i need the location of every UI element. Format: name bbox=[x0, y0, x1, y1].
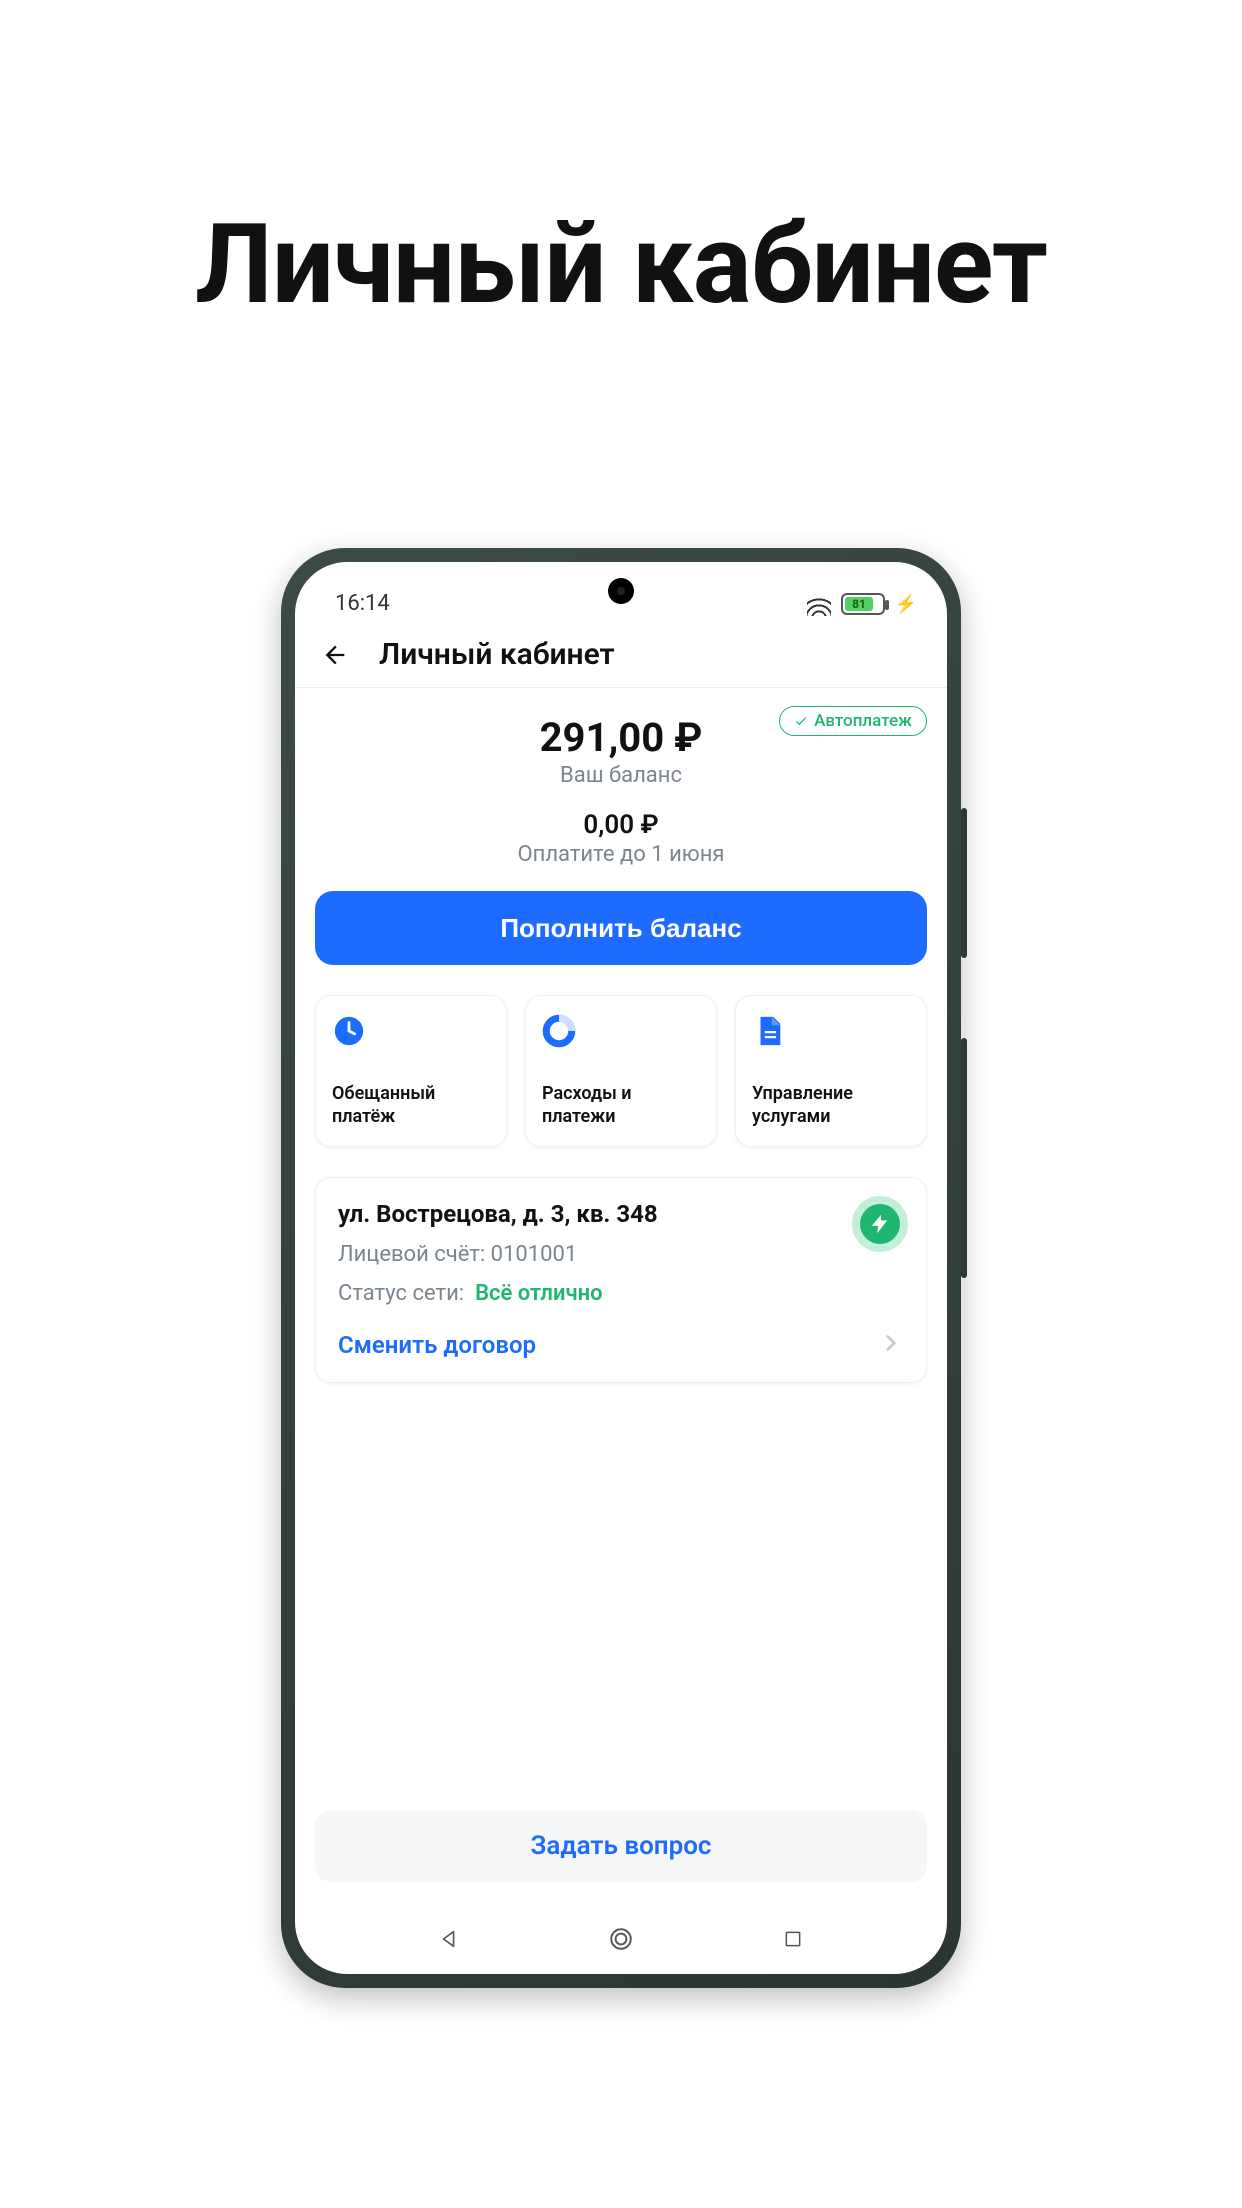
back-button[interactable] bbox=[315, 635, 355, 675]
account-number-value: 0101001 bbox=[491, 1242, 578, 1267]
document-icon bbox=[752, 1014, 788, 1050]
nav-home-button[interactable] bbox=[603, 1921, 639, 1957]
triangle-left-icon bbox=[438, 1928, 460, 1950]
battery-icon: 81 bbox=[841, 593, 885, 615]
network-status-icon bbox=[852, 1196, 908, 1252]
change-contract-link: Сменить договор bbox=[338, 1331, 536, 1359]
phone-screen: 16:14 81 ⚡ Личный кабинет bbox=[295, 562, 947, 1974]
tile-label: Обещанный платёж bbox=[332, 1083, 490, 1128]
page-title: Личный кабинет bbox=[379, 637, 615, 672]
nav-back-button[interactable] bbox=[431, 1921, 467, 1957]
account-card: ул. Вострецова, д. 3, кв. 348 Лицевой сч… bbox=[315, 1177, 927, 1383]
account-number-label: Лицевой счёт: bbox=[338, 1242, 485, 1267]
autopay-badge[interactable]: Автоплатеж bbox=[779, 706, 927, 736]
app-header: Личный кабинет bbox=[295, 622, 947, 688]
battery-level: 81 bbox=[845, 597, 874, 611]
due-amount: 0,00 ₽ bbox=[315, 810, 927, 840]
circle-icon bbox=[608, 1926, 634, 1952]
tile-expenses[interactable]: Расходы и платежи bbox=[525, 995, 717, 1147]
charging-icon: ⚡ bbox=[895, 594, 917, 615]
side-button bbox=[961, 1038, 967, 1278]
tile-label: Управление услугами bbox=[752, 1083, 910, 1128]
nav-recents-button[interactable] bbox=[775, 1921, 811, 1957]
side-button bbox=[961, 808, 967, 958]
bolt-icon bbox=[860, 1204, 900, 1244]
square-icon bbox=[783, 1929, 803, 1949]
hero-title: Личный кабинет bbox=[0, 200, 1242, 329]
change-contract-row[interactable]: Сменить договор bbox=[338, 1330, 904, 1360]
account-address: ул. Вострецова, д. 3, кв. 348 bbox=[338, 1200, 904, 1228]
check-icon bbox=[794, 714, 808, 728]
phone-frame: 16:14 81 ⚡ Личный кабинет bbox=[281, 548, 961, 1988]
due-label: Оплатите до 1 июня bbox=[315, 842, 927, 867]
content: Автоплатеж 291,00 ₽ Ваш баланс 0,00 ₽ Оп… bbox=[295, 688, 947, 1810]
donut-chart-icon bbox=[542, 1014, 578, 1050]
system-nav bbox=[295, 1904, 947, 1974]
balance-label: Ваш баланс bbox=[315, 763, 927, 788]
tile-promised-payment[interactable]: Обещанный платёж bbox=[315, 995, 507, 1147]
tile-services[interactable]: Управление услугами bbox=[735, 995, 927, 1147]
chevron-right-icon bbox=[878, 1330, 904, 1360]
front-camera bbox=[608, 578, 634, 604]
tile-label: Расходы и платежи bbox=[542, 1083, 700, 1128]
network-status-label: Статус сети: bbox=[338, 1281, 464, 1306]
action-tiles: Обещанный платёж Расходы и платежи bbox=[315, 995, 927, 1147]
network-status-line: Статус сети: Всё отлично bbox=[338, 1281, 904, 1306]
account-number-line: Лицевой счёт: 0101001 bbox=[338, 1242, 904, 1267]
balance-block: Автоплатеж 291,00 ₽ Ваш баланс 0,00 ₽ Оп… bbox=[315, 702, 927, 965]
wifi-icon bbox=[807, 592, 831, 616]
top-up-button[interactable]: Пополнить баланс bbox=[315, 891, 927, 965]
arrow-left-icon bbox=[321, 641, 349, 669]
network-status-value: Всё отлично bbox=[475, 1281, 602, 1306]
autopay-label: Автоплатеж bbox=[814, 711, 912, 731]
status-time: 16:14 bbox=[335, 591, 390, 616]
ask-question-button[interactable]: Задать вопрос bbox=[315, 1810, 927, 1882]
clock-icon bbox=[332, 1014, 368, 1050]
